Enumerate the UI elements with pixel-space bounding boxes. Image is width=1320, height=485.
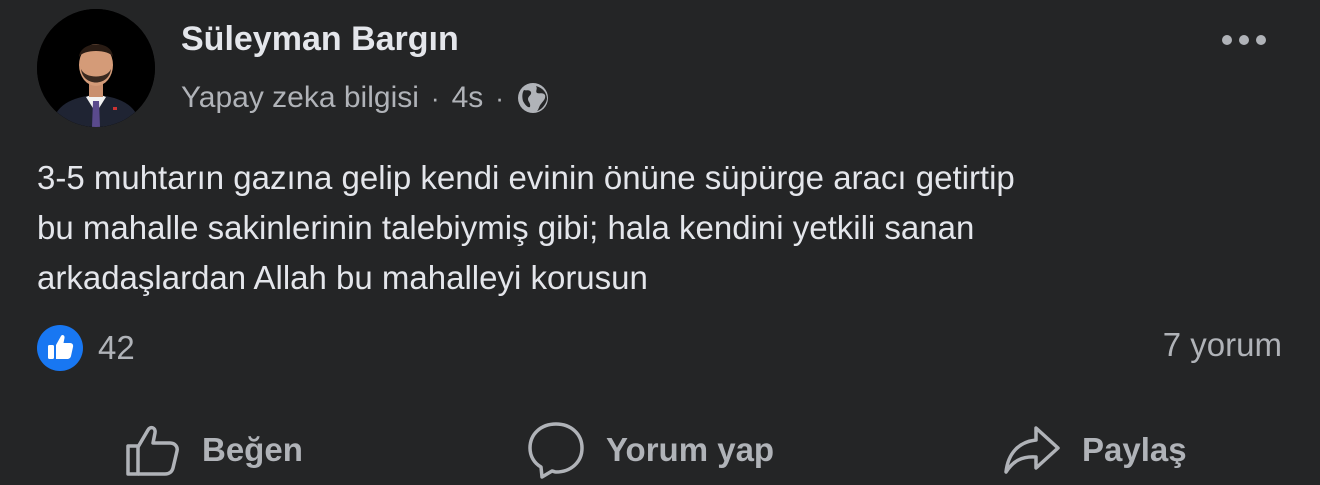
comments-count-link[interactable]: 7 yorum <box>1163 326 1282 364</box>
avatar[interactable] <box>37 9 155 127</box>
profile-photo-icon <box>37 9 155 127</box>
share-button[interactable]: Paylaş <box>1002 418 1187 482</box>
reaction-count: 42 <box>98 329 135 366</box>
post-time[interactable]: 4s <box>452 81 484 115</box>
share-arrow-icon <box>1004 426 1060 474</box>
post-card: Süleyman Bargın Yapay zeka bilgisi · 4s … <box>0 0 1320 485</box>
reaction-summary[interactable]: 42 <box>36 324 135 372</box>
meta-separator: · <box>495 82 504 113</box>
post-meta: Yapay zeka bilgisi · 4s · <box>181 78 550 118</box>
comment-button[interactable]: Yorum yap <box>526 418 774 482</box>
comment-bubble-icon <box>528 422 584 479</box>
like-button-label: Beğen <box>202 431 303 468</box>
share-button-label: Paylaş <box>1082 431 1187 468</box>
author-name[interactable]: Süleyman Bargın <box>181 20 459 59</box>
more-options-icon[interactable] <box>1220 30 1268 50</box>
like-icon <box>36 324 84 372</box>
post-text: 3-5 muhtarın gazına gelip kendi evinin ö… <box>37 159 1015 296</box>
meta-separator: · <box>430 82 440 113</box>
thumbs-up-icon <box>126 425 179 476</box>
globe-icon <box>516 81 550 115</box>
author-subtitle[interactable]: Yapay zeka bilgisi <box>181 81 419 115</box>
comment-button-label: Yorum yap <box>606 431 775 468</box>
like-button[interactable]: Beğen <box>122 418 303 482</box>
